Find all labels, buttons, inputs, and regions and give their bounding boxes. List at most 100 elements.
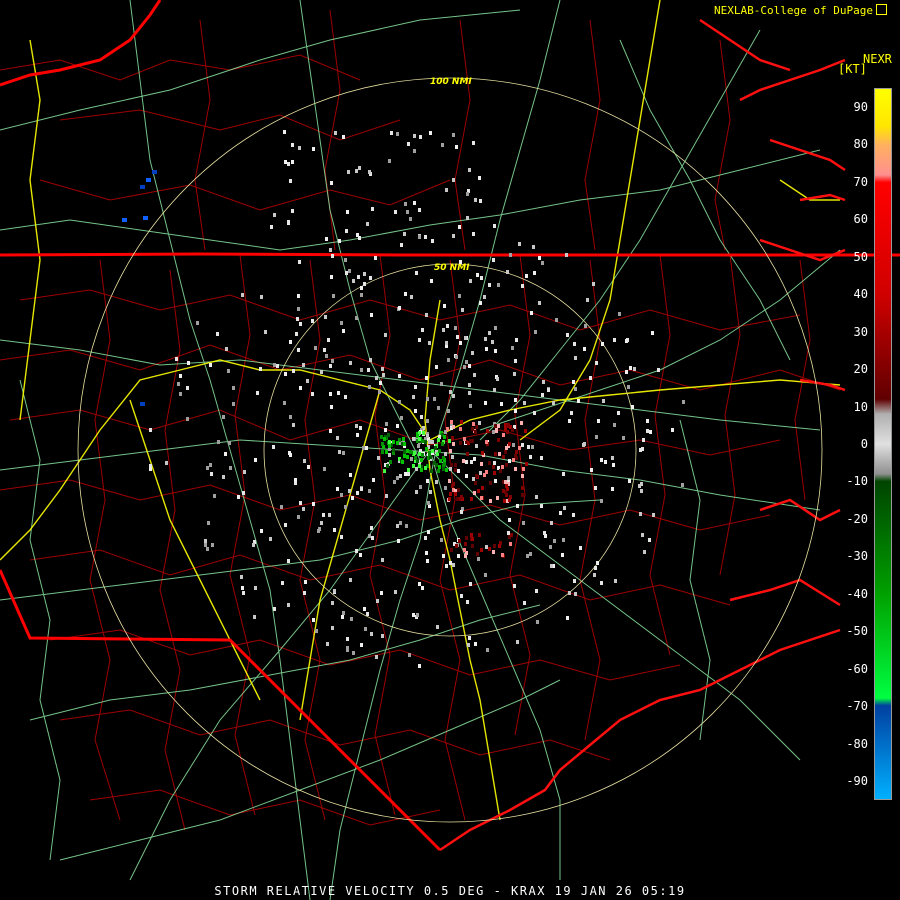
echo-pixel — [445, 564, 448, 568]
echo-pixel — [449, 561, 452, 565]
scale-label: 20 — [853, 362, 868, 377]
echo-pixel — [488, 331, 491, 335]
echo-pixel — [380, 591, 383, 595]
echo-pixel — [320, 521, 323, 525]
echo-pixel — [349, 578, 352, 582]
echo-pixel — [392, 440, 395, 444]
echo-pixel — [521, 284, 524, 288]
echo-pixel — [538, 256, 541, 260]
echo-pixel — [518, 242, 521, 246]
echo-pixel — [437, 406, 440, 410]
echo-pixel — [417, 444, 420, 448]
echo-pixel — [287, 220, 290, 224]
echo-pixel — [447, 409, 450, 413]
echo-pixel — [493, 224, 496, 228]
echo-pixel — [596, 561, 599, 565]
echo-pixel — [273, 213, 276, 217]
echo-pixel — [590, 468, 593, 472]
echo-pixel — [640, 489, 643, 493]
echo-pixel — [478, 176, 481, 180]
echo-pixel — [389, 460, 392, 464]
echo-pixel — [459, 441, 462, 445]
echo-pixel — [294, 478, 297, 482]
scale-label: -90 — [846, 774, 868, 789]
echo-pixel — [595, 361, 598, 365]
echo-pixel — [299, 386, 302, 390]
scale-label: -70 — [846, 699, 868, 714]
echo-pixel — [283, 401, 286, 405]
echo-pixel — [446, 427, 449, 431]
echo-pixel — [595, 435, 598, 439]
echo-pixel — [204, 543, 207, 547]
echo-pixel — [241, 586, 244, 590]
echo-pixel — [383, 469, 386, 473]
echo-pixel — [559, 511, 562, 515]
echo-pixel — [418, 437, 421, 441]
echo-pixel — [269, 537, 272, 541]
echo-pixel — [613, 338, 616, 342]
echo-pixel — [643, 550, 646, 554]
echo-pixel — [463, 365, 466, 369]
echo-pixel — [480, 276, 483, 280]
echo-pixel — [333, 528, 336, 532]
echo-pixel — [493, 471, 496, 475]
echo-pixel — [493, 388, 496, 392]
echo-pixel — [437, 438, 440, 442]
echo-pixel — [466, 452, 469, 456]
scale-label: 90 — [853, 99, 868, 114]
echo-pixel — [613, 423, 616, 427]
echo-pixel — [627, 385, 630, 389]
scale-label: 0 — [860, 437, 868, 451]
echo-pixel — [336, 487, 339, 491]
echo-pixel — [594, 566, 597, 570]
echo-pixel — [498, 452, 501, 456]
echo-pixel — [492, 258, 495, 262]
echo-pixel — [375, 376, 378, 380]
echo-pixel — [465, 360, 468, 364]
echo-pixel — [206, 547, 209, 551]
echo-pixel — [681, 483, 684, 487]
echo-pixel — [273, 607, 276, 611]
echo-pixel — [511, 346, 514, 350]
echo-pixel — [485, 545, 488, 549]
echo-pixel — [338, 450, 341, 454]
echo-pixel — [501, 553, 504, 557]
echo-pixel — [228, 441, 231, 445]
echo-pixel — [568, 591, 571, 595]
echo-pixel — [287, 603, 290, 607]
echo-pixel — [574, 387, 577, 391]
echo-pixel — [292, 369, 295, 373]
echo-pixel — [284, 372, 287, 376]
echo-pixel — [299, 322, 302, 326]
echo-pixel — [622, 436, 625, 440]
echo-pixel — [497, 283, 500, 287]
scale-label: -80 — [846, 736, 868, 751]
echo-pixel — [452, 234, 455, 238]
echo-pixel — [474, 198, 477, 202]
echo-pixel — [625, 370, 628, 374]
echo-pixel — [256, 391, 259, 395]
echo-pixel — [420, 415, 423, 419]
echo-pixel — [459, 427, 462, 431]
echo-pixel — [471, 427, 474, 431]
echo-pixel — [381, 634, 384, 638]
echo-pixel — [356, 433, 359, 437]
echo-pixel — [336, 436, 339, 440]
echo-pixel — [396, 476, 399, 480]
echo-pixel — [489, 499, 492, 503]
echo-pixel — [443, 435, 446, 439]
echo-pixel — [358, 166, 361, 170]
scale-label: 80 — [853, 137, 868, 152]
echo-pixel — [553, 539, 556, 543]
echo-pixel — [371, 536, 374, 540]
echo-pixel — [344, 505, 347, 509]
echo-pixel — [472, 422, 475, 426]
echo-pixel — [450, 463, 453, 467]
range-ring-100-label: 100 NMI — [430, 77, 472, 87]
echo-pixel — [495, 429, 498, 433]
echo-pixel — [443, 304, 446, 308]
echo-pixel — [430, 279, 433, 283]
echo-pixel — [404, 472, 407, 476]
echo-pixel — [427, 501, 430, 505]
echo-pixel — [327, 338, 330, 342]
